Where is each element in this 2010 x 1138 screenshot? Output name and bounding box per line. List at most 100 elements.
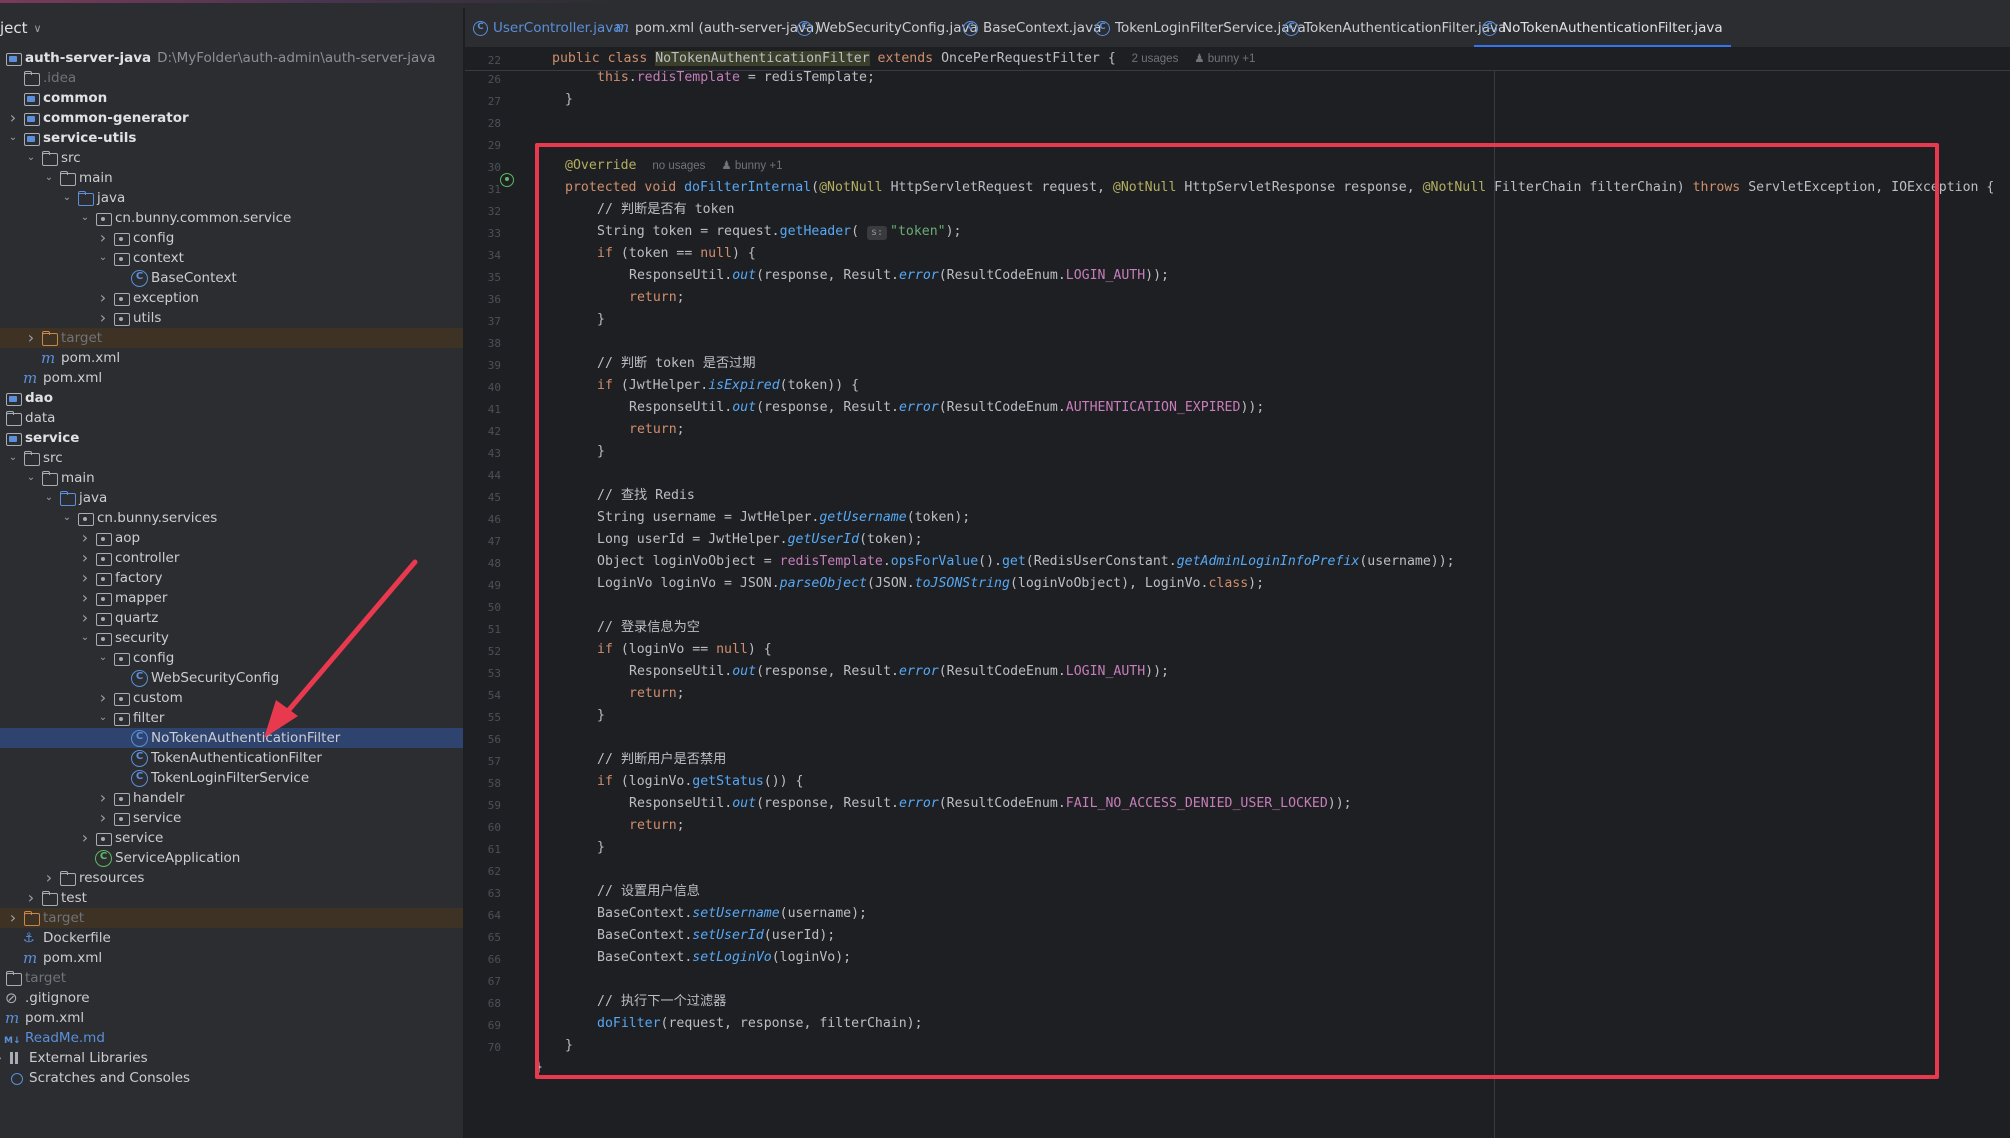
editor-tab[interactable]: pom.xml (auth-server-java) (615, 8, 820, 47)
chevron-down-icon[interactable]: ⌄ (58, 188, 76, 208)
tree-item[interactable]: ⌄ main (0, 168, 463, 188)
chevron-right-icon[interactable]: › (94, 688, 112, 708)
tree-item[interactable]: ⌄ src (0, 448, 463, 468)
author-hint[interactable]: bunny +1 (1208, 53, 1256, 65)
tree-item[interactable]: BaseContext (0, 268, 463, 288)
tree-item[interactable]: › service (0, 808, 463, 828)
tree-item[interactable]: › target (0, 908, 463, 928)
tree-item[interactable]: data (0, 408, 463, 428)
tree-item[interactable]: dao (0, 388, 463, 408)
tree-item[interactable]: ⌄ cn.bunny.services (0, 508, 463, 528)
tree-item[interactable]: .gitignore (0, 988, 463, 1008)
tree-item[interactable]: WebSecurityConfig (0, 668, 463, 688)
tree-item[interactable]: ⌄ main (0, 468, 463, 488)
tree-item[interactable]: › resources (0, 868, 463, 888)
tree-item-label: quartz (115, 610, 159, 626)
chevron-right-icon[interactable]: › (94, 788, 112, 808)
tree-item[interactable]: common (0, 88, 463, 108)
chevron-down-icon[interactable]: ⌄ (4, 448, 22, 468)
tree-item[interactable]: › aop (0, 528, 463, 548)
tree-item[interactable]: NoTokenAuthenticationFilter (0, 728, 463, 748)
tree-item[interactable]: TokenLoginFilterService (0, 768, 463, 788)
chevron-down-icon[interactable]: ⌄ (58, 508, 76, 528)
tree-item[interactable]: ⌄ filter (0, 708, 463, 728)
chevron-down-icon[interactable]: ⌄ (76, 208, 94, 228)
chevron-down-icon[interactable]: ⌄ (22, 468, 40, 488)
tree-item[interactable]: ⌄service (0, 428, 463, 448)
chevron-right-icon[interactable]: › (94, 228, 112, 248)
editor-tab[interactable]: TokenLoginFilterService.java (1095, 8, 1306, 47)
chevron-right-icon[interactable]: › (94, 308, 112, 328)
tree-item[interactable]: Scratches and Consoles (0, 1068, 463, 1088)
chevron-right-icon[interactable]: › (22, 888, 40, 908)
tree-item[interactable]: ServiceApplication (0, 848, 463, 868)
tree-item[interactable]: Dockerfile (0, 928, 463, 949)
editor-tab[interactable]: WebSecurityConfig.java (797, 8, 978, 47)
editor-tab[interactable]: NoTokenAuthenticationFilter.java (1474, 8, 1731, 47)
chevron-down-icon[interactable]: ⌄ (76, 628, 94, 648)
tree-item-label: data (25, 410, 56, 426)
tree-item[interactable]: pom.xml (0, 348, 463, 368)
tree-item[interactable]: › service (0, 828, 463, 848)
tree-item[interactable]: › utils (0, 308, 463, 328)
editor-tab[interactable]: BaseContext.java (963, 8, 1101, 47)
tree-item[interactable]: › config (0, 228, 463, 248)
tree-item[interactable]: ReadMe.md (0, 1028, 463, 1051)
tree-item[interactable]: › target (0, 328, 463, 348)
pkg-icon (94, 550, 112, 566)
tree-item[interactable]: .idea (0, 68, 463, 88)
editor-tab[interactable]: TokenAuthenticationFilter.java (1284, 8, 1506, 47)
editor-tab[interactable]: UserController.java (473, 8, 622, 47)
tree-item[interactable]: pom.xml (0, 368, 463, 388)
chevron-right-icon[interactable]: › (0, 1048, 8, 1068)
chevron-down-icon[interactable]: ⌄ (94, 248, 112, 268)
tree-item[interactable]: ⌄ service-utils (0, 128, 463, 148)
chevron-down-icon[interactable]: ∨ (34, 22, 42, 35)
chevron-right-icon[interactable]: › (76, 528, 94, 548)
tree-item[interactable]: pom.xml (0, 1008, 463, 1028)
chevron-down-icon[interactable]: ⌄ (40, 488, 58, 508)
chevron-down-icon[interactable]: ⌄ (4, 128, 22, 148)
chevron-down-icon[interactable]: ⌄ (22, 148, 40, 168)
chevron-right-icon[interactable]: › (76, 568, 94, 588)
chevron-right-icon[interactable]: › (94, 288, 112, 308)
chevron-right-icon[interactable]: › (76, 608, 94, 628)
tree-item[interactable]: target (0, 968, 463, 988)
tree-item[interactable]: ⌄ java (0, 488, 463, 508)
line-number: 34 (487, 249, 501, 262)
tree-item[interactable]: › controller (0, 548, 463, 568)
chevron-right-icon[interactable]: › (76, 828, 94, 848)
tree-item[interactable]: ⌄ config (0, 648, 463, 668)
chevron-down-icon[interactable]: ⌄ (94, 648, 112, 668)
chevron-right-icon[interactable]: › (4, 908, 22, 928)
project-panel-header[interactable]: ject ∨ (0, 8, 463, 48)
tree-item[interactable]: ⌄ security (0, 628, 463, 648)
tree-item[interactable]: pom.xml (0, 948, 463, 968)
chevron-right-icon[interactable]: › (76, 588, 94, 608)
tree-item[interactable]: ⌄ context (0, 248, 463, 268)
tree-item[interactable]: › factory (0, 568, 463, 588)
chevron-right-icon[interactable]: › (22, 328, 40, 348)
tree-item[interactable]: › quartz (0, 608, 463, 628)
tree-item[interactable]: › handelr (0, 788, 463, 808)
tree-item[interactable]: › exception (0, 288, 463, 308)
chevron-down-icon[interactable]: ⌄ (94, 708, 112, 728)
tree-item[interactable]: › test (0, 888, 463, 908)
tree-item[interactable]: ⌄ cn.bunny.common.service (0, 208, 463, 228)
chevron-down-icon[interactable]: ⌄ (40, 168, 58, 188)
tree-item[interactable]: ⌄ java (0, 188, 463, 208)
tree-item[interactable]: › mapper (0, 588, 463, 608)
chevron-right-icon[interactable]: › (76, 548, 94, 568)
tree-item[interactable]: ⌄auth-server-javaD:\MyFolder\auth-admin\… (0, 48, 463, 68)
usages-hint[interactable]: 2 usages (1132, 53, 1179, 65)
override-gutter-icon[interactable] (500, 173, 514, 187)
tree-item[interactable]: ⌄ src (0, 148, 463, 168)
tree-item[interactable]: › common-generator (0, 108, 463, 128)
tree-item[interactable]: TokenAuthenticationFilter (0, 748, 463, 768)
chevron-right-icon[interactable]: › (4, 108, 22, 128)
tree-item[interactable]: › custom (0, 688, 463, 708)
chevron-right-icon[interactable]: › (94, 808, 112, 828)
code-editor[interactable]: 22 public class NoTokenAuthenticationFil… (465, 49, 2010, 1138)
tree-item[interactable]: › External Libraries (0, 1048, 463, 1068)
chevron-right-icon[interactable]: › (40, 868, 58, 888)
